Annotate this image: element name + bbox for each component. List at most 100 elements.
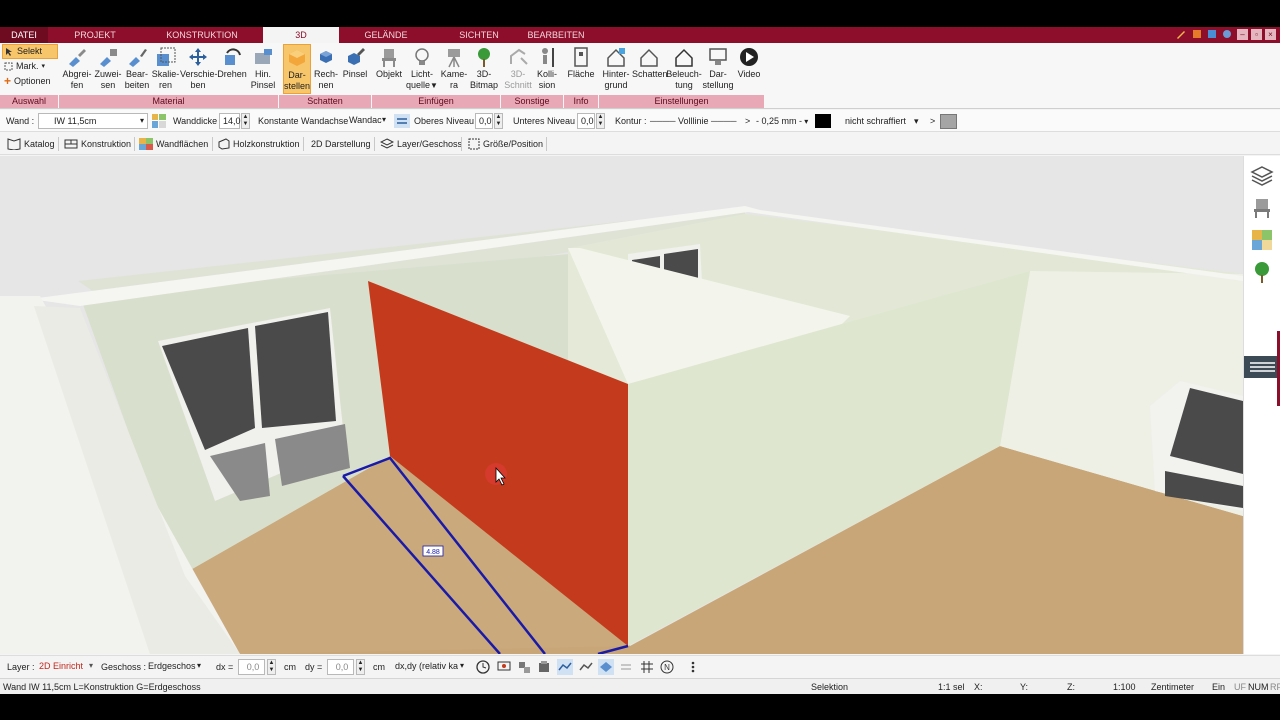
chevron-down-icon[interactable]: ▾ [914, 113, 919, 129]
snap-wall-icon[interactable] [557, 659, 573, 675]
collision-button[interactable]: Kolli-sion [533, 44, 561, 94]
wall-type-select[interactable]: IW 11,5cm ▾ [38, 113, 148, 129]
layers-icon[interactable] [1250, 164, 1274, 188]
floor-label: Geschoss : [101, 662, 147, 672]
tab-3d[interactable]: 3D [263, 27, 339, 43]
objects-icon[interactable] [516, 659, 532, 675]
snap-point-icon[interactable] [618, 659, 634, 675]
palette-icon[interactable] [1192, 29, 1202, 39]
fill-color-swatch[interactable] [940, 114, 957, 129]
tools-icon[interactable] [1176, 29, 1186, 39]
upper-level-stepper[interactable]: ▲ ▼ [494, 113, 503, 129]
coordinate-bar: Layer : 2D Einricht ▾ Geschoss : Erdgesch… [0, 655, 1280, 677]
video-button[interactable]: Video [735, 44, 763, 94]
tree-icon[interactable] [1250, 260, 1274, 284]
screen-icon[interactable] [496, 659, 512, 675]
dx-stepper[interactable]: ▲ ▼ [267, 659, 276, 675]
status-mode: Selektion [811, 682, 849, 692]
thickness-label: Wanddicke [173, 116, 218, 126]
background-button[interactable]: Hinter-grund [600, 44, 632, 94]
stack-icon[interactable] [536, 659, 552, 675]
close-button[interactable]: × [1265, 29, 1276, 40]
select-button[interactable]: Selekt [2, 44, 58, 59]
grid-icon[interactable] [639, 659, 655, 675]
wall-material-icon[interactable] [152, 114, 166, 128]
chair-icon[interactable] [1250, 196, 1274, 220]
dy-input[interactable]: 0,0 [327, 659, 354, 675]
lighting-label-1: Beleuch- [666, 69, 702, 79]
minimize-button[interactable]: – [1237, 29, 1248, 40]
tab-project[interactable]: PROJEKT [64, 27, 126, 43]
dy-stepper[interactable]: ▲ ▼ [356, 659, 365, 675]
snap-plane-icon[interactable] [598, 659, 614, 675]
floor-select[interactable]: Erdgeschos ▾ [145, 659, 201, 675]
wood-construction-button[interactable]: Holzkonstruktion [218, 136, 300, 152]
shadow-button[interactable]: Schatten [632, 44, 668, 94]
select-label: Selekt [17, 46, 43, 56]
wall-type-value: IW 11,5cm [54, 116, 97, 126]
clock-icon[interactable] [475, 659, 491, 675]
axis-select[interactable]: Wandac ▾ [346, 113, 388, 129]
group-shadows: Schatten [279, 95, 372, 108]
display-button[interactable]: Dar-stellung [702, 44, 734, 94]
lighting-button[interactable]: Beleuch-tung [666, 44, 702, 94]
render-button[interactable]: Dar-stellen [283, 44, 311, 94]
restore-button[interactable]: ▫ [1251, 29, 1262, 40]
coordinate-mode-select[interactable]: dx,dy (relativ ka ▾ [392, 659, 464, 675]
upper-level-input[interactable]: 0,0 [475, 113, 493, 129]
axis-label: Konstante Wandachse [258, 116, 349, 126]
wall-surfaces-button[interactable]: Wandflächen [139, 136, 208, 152]
thickness-stepper[interactable]: ▲ ▼ [241, 113, 250, 129]
mark-button[interactable]: Mark. ▾ [2, 59, 58, 74]
coordinate-mode-value: dx,dy (relativ ka [395, 661, 459, 671]
tab-construction[interactable]: KONSTRUKTION [160, 27, 244, 43]
divider [303, 137, 304, 151]
bitmap-3d-button[interactable]: 3D- Bitmap [469, 44, 499, 94]
background-brush-button[interactable]: Hin. Pinsel [248, 44, 278, 94]
pick-material-button[interactable]: Abgrei-fen [62, 44, 92, 94]
rotate-button[interactable]: Drehen [216, 44, 248, 94]
dx-input[interactable]: 0,0 [238, 659, 265, 675]
assign-material-button[interactable]: Zuwei-sen [93, 44, 123, 94]
north-icon[interactable]: N [659, 659, 675, 675]
size-position-button[interactable]: Größe/Position [468, 136, 543, 152]
options-button[interactable]: + Optionen [2, 74, 58, 89]
construction-button[interactable]: Konstruktion [64, 136, 131, 152]
move-button[interactable]: Verschie-ben [180, 44, 218, 94]
help-icon[interactable] [1222, 29, 1232, 39]
rotate-icon [225, 48, 241, 65]
layer-floor-button[interactable]: Layer/Geschoss [380, 136, 462, 152]
panel-toggle-button[interactable] [1244, 356, 1280, 378]
line-type-select[interactable]: ──── Volllinie ──── ▾ [650, 113, 740, 142]
object-button[interactable]: Objekt [373, 44, 405, 94]
tab-edit[interactable]: BEARBEITEN [524, 27, 588, 43]
light-source-button[interactable]: Licht-quelle▼ [406, 44, 438, 94]
tab-views[interactable]: SICHTEN [450, 27, 508, 43]
edit-material-button[interactable]: Bear-beiten [123, 44, 151, 94]
lower-level-stepper[interactable]: ▲ ▼ [596, 113, 605, 129]
cube-icon[interactable] [1207, 29, 1217, 39]
scale-button[interactable]: Skalie-ren [151, 44, 180, 94]
section-3d-button[interactable]: 3D- Schnitt [503, 44, 533, 94]
lower-level-input[interactable]: 0,0 [577, 113, 595, 129]
hatch-label[interactable]: nicht schraffiert [845, 113, 906, 129]
thickness-input[interactable]: 14,0 [219, 113, 241, 129]
tab-terrain[interactable]: GELÄNDE [356, 27, 416, 43]
3d-viewport[interactable]: 4.88 [0, 156, 1243, 654]
tab-file[interactable]: DATEI [0, 27, 48, 43]
level-align-icon[interactable] [394, 114, 410, 128]
color-swatch[interactable] [815, 114, 831, 128]
lighting-label-2: tung [675, 80, 693, 90]
mark-label: Mark. [16, 61, 39, 71]
camera-button[interactable]: Kame-ra [439, 44, 469, 94]
material-palette-icon[interactable] [1250, 228, 1274, 252]
snap-line-icon[interactable] [578, 659, 594, 675]
line-width-select[interactable]: - 0,25 mm - ▾ [756, 113, 812, 129]
view-2d-button[interactable]: 2D Darstellung [311, 136, 371, 152]
layer-select[interactable]: 2D Einricht ▾ [36, 659, 93, 675]
area-button[interactable]: Fläche [566, 44, 596, 94]
catalog-button[interactable]: Katalog [7, 136, 55, 152]
brush-button[interactable]: Pinsel [341, 44, 369, 94]
more-options-icon[interactable] [685, 659, 701, 675]
calculate-button[interactable]: Rech-nen [312, 44, 340, 94]
